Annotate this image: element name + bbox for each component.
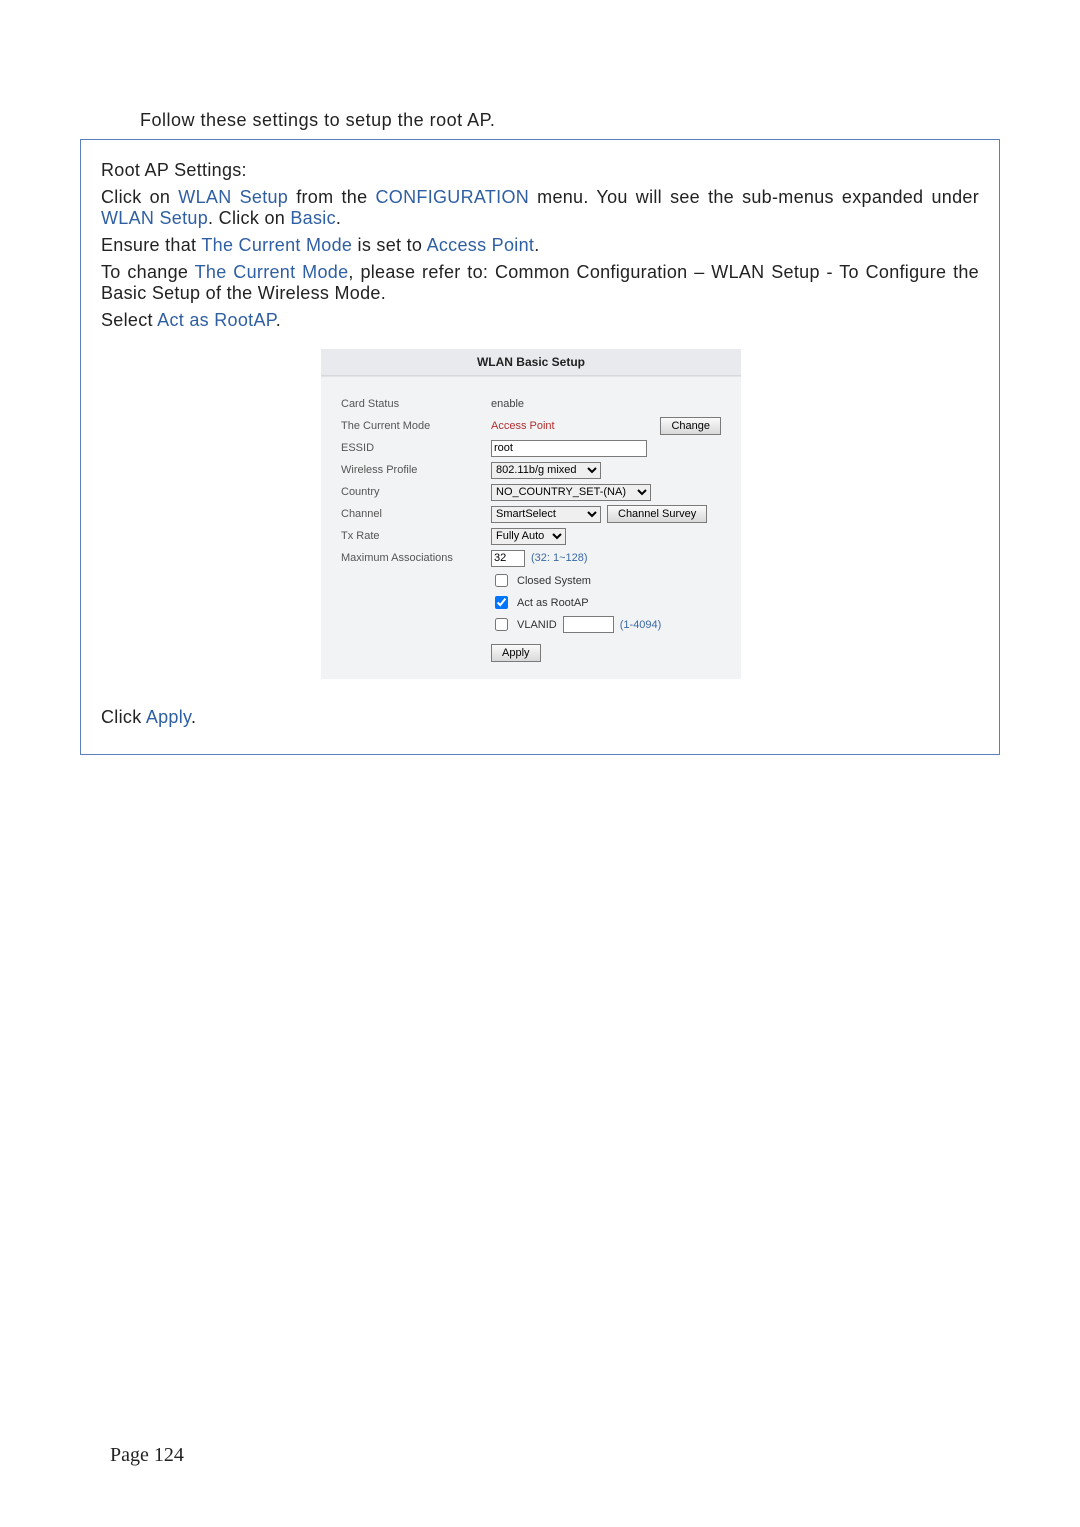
text: . Click on xyxy=(208,208,290,228)
text: . xyxy=(534,235,539,255)
country-label: Country xyxy=(341,486,491,498)
max-assoc-input[interactable] xyxy=(491,550,525,567)
vlanid-label: VLANID xyxy=(517,619,557,631)
vlanid-hint: (1-4094) xyxy=(620,619,662,631)
essid-input[interactable] xyxy=(491,440,647,457)
page-number: Page 124 xyxy=(110,1444,184,1467)
apply-link: Apply xyxy=(146,707,191,727)
closed-system-label: Closed System xyxy=(517,575,591,587)
tx-rate-label: Tx Rate xyxy=(341,530,491,542)
essid-label: ESSID xyxy=(341,442,491,454)
wireless-profile-label: Wireless Profile xyxy=(341,464,491,476)
box-heading: Root AP Settings: xyxy=(101,160,979,181)
card-status-label: Card Status xyxy=(341,398,491,410)
apply-button[interactable]: Apply xyxy=(491,644,541,662)
card-status-value: enable xyxy=(491,398,524,410)
wireless-profile-select[interactable]: 802.11b/g mixed xyxy=(491,462,601,479)
intro-text: Follow these settings to setup the root … xyxy=(140,110,1000,131)
vlanid-checkbox[interactable] xyxy=(495,618,508,631)
text: Select xyxy=(101,310,157,330)
wlan-basic-setup-panel: WLAN Basic Setup Card Status enable The … xyxy=(321,349,741,679)
text: Click xyxy=(101,707,146,727)
basic-link: Basic xyxy=(290,208,336,228)
text: Click on xyxy=(101,187,178,207)
act-as-rootap-link: Act as RootAP xyxy=(157,310,276,330)
current-mode-label: The Current Mode xyxy=(341,420,491,432)
text: . xyxy=(276,310,281,330)
text: from the xyxy=(288,187,375,207)
instruction-step-3: To change The Current Mode, please refer… xyxy=(101,262,979,304)
channel-select[interactable]: SmartSelect xyxy=(491,506,601,523)
channel-label: Channel xyxy=(341,508,491,520)
instruction-step-2: Ensure that The Current Mode is set to A… xyxy=(101,235,979,256)
change-button[interactable]: Change xyxy=(660,417,721,435)
panel-title: WLAN Basic Setup xyxy=(321,349,741,376)
text: To change xyxy=(101,262,195,282)
text: Ensure that xyxy=(101,235,201,255)
channel-survey-button[interactable]: Channel Survey xyxy=(607,505,707,523)
max-assoc-label: Maximum Associations xyxy=(341,552,491,564)
access-point-link: Access Point xyxy=(427,235,535,255)
act-as-rootap-checkbox[interactable] xyxy=(495,596,508,609)
configuration-link: CONFIGURATION xyxy=(376,187,530,207)
current-mode-value: Access Point xyxy=(491,420,555,432)
text: is set to xyxy=(352,235,426,255)
max-assoc-hint: (32: 1~128) xyxy=(531,552,588,564)
current-mode-link-2: The Current Mode xyxy=(195,262,349,282)
vlanid-input[interactable] xyxy=(563,616,614,633)
closed-system-checkbox[interactable] xyxy=(495,574,508,587)
instruction-step-5: Click Apply. xyxy=(101,707,979,728)
current-mode-link: The Current Mode xyxy=(201,235,352,255)
instructions-box: Root AP Settings: Click on WLAN Setup fr… xyxy=(80,139,1000,755)
instruction-step-4: Select Act as RootAP. xyxy=(101,310,979,331)
text: . xyxy=(336,208,341,228)
tx-rate-select[interactable]: Fully Auto xyxy=(491,528,566,545)
instruction-step-1: Click on WLAN Setup from the CONFIGURATI… xyxy=(101,187,979,229)
text: menu. You will see the sub-menus expande… xyxy=(529,187,979,207)
wlan-setup-link-2: WLAN Setup xyxy=(101,208,208,228)
text: . xyxy=(191,707,196,727)
wlan-setup-link: WLAN Setup xyxy=(178,187,288,207)
country-select[interactable]: NO_COUNTRY_SET-(NA) xyxy=(491,484,651,501)
act-as-rootap-label: Act as RootAP xyxy=(517,597,589,609)
